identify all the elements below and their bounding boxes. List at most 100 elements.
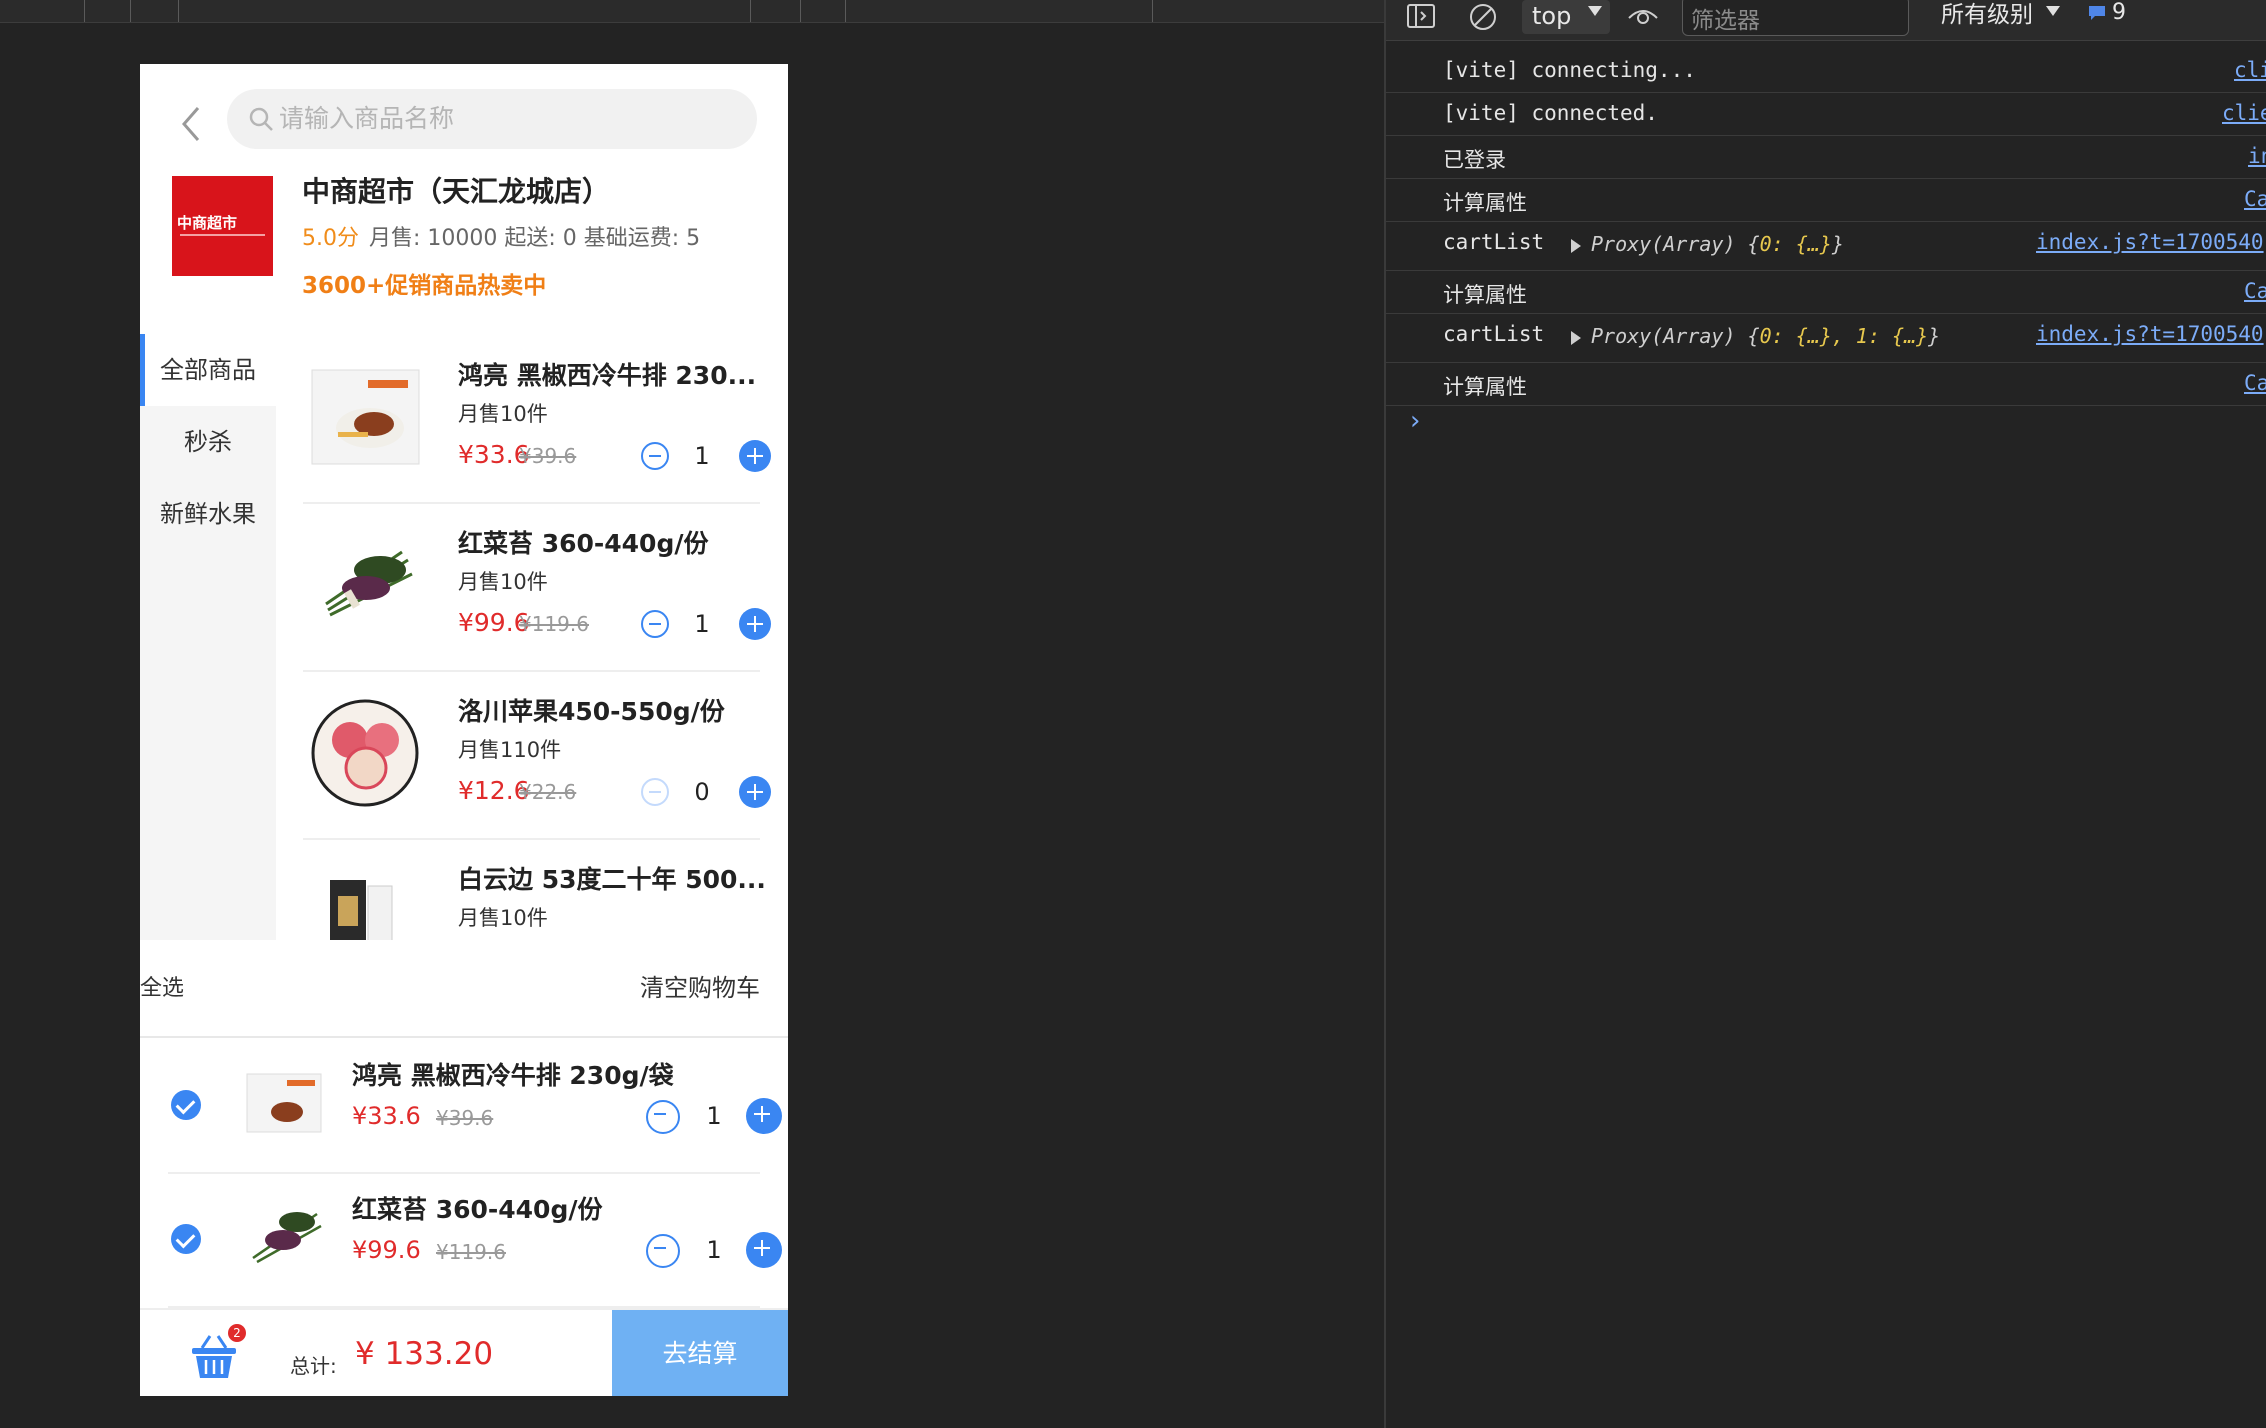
cart-item-checkbox[interactable] (171, 1090, 201, 1120)
cart-item: 鸿亮 黑椒西冷牛排 230g/袋 ¥33.6 ¥39.6 1 (168, 1038, 782, 1174)
cart-item-price: ¥99.6 (352, 1236, 421, 1264)
store-meta: 5.0分 月售: 10000 起送: 0 基础运费: 5 (302, 220, 700, 252)
store-stats: 月售: 10000 起送: 0 基础运费: 5 (369, 226, 701, 251)
source-link[interactable]: index.js?t=1700540 (2036, 230, 2264, 254)
console-text: 计算属性 (1443, 191, 1527, 215)
quantity-value: 1 (706, 1236, 722, 1264)
console-prompt[interactable]: › (1410, 406, 1420, 436)
total-value: ¥ 133.20 (355, 1336, 494, 1372)
source-link[interactable]: index.js?t=1700540 (2036, 322, 2264, 346)
expand-triangle-icon[interactable] (1571, 238, 1581, 253)
object-preview[interactable]: Proxy(Array) {0: {…}} (1571, 232, 1844, 256)
object-preview[interactable]: Proxy(Array) {0: {…}, 1: {…}} (1571, 324, 1940, 348)
goods-sold: 月售110件 (458, 738, 562, 762)
source-link[interactable]: Ca (2244, 371, 2266, 395)
decrease-button[interactable] (646, 1100, 680, 1134)
checkout-button[interactable]: 去结算 (612, 1310, 788, 1396)
console-message: cartList Proxy(Array) {0: {…}} index.js?… (1386, 222, 2266, 271)
ruler-tick (130, 0, 131, 22)
context-label: top (1532, 2, 1572, 30)
ruler-tick (750, 0, 751, 22)
cart-item: 红菜苔 360-440g/份 ¥99.6 ¥119.6 1 (168, 1172, 782, 1308)
console-filter-input[interactable]: 筛选器 (1682, 0, 1909, 36)
steak-package-image (246, 1073, 322, 1133)
store-logo-text: 中商超市 (177, 214, 238, 232)
store-logo: 中商超市 (172, 176, 273, 276)
goods-item[interactable]: 白云边 53度二十年 500... 月售10件 (303, 838, 766, 940)
decrease-button[interactable] (641, 610, 669, 638)
source-link[interactable]: Ca (2244, 279, 2266, 303)
goods-sold: 月售10件 (458, 570, 548, 594)
source-link[interactable]: cli (2234, 58, 2266, 82)
category-seckill[interactable]: 秒杀 (140, 406, 276, 478)
category-fruit[interactable]: 新鲜水果 (140, 478, 276, 550)
liquor-bottle-image (330, 880, 393, 940)
quantity-value: 1 (694, 442, 710, 470)
decrease-button-disabled[interactable] (641, 778, 669, 806)
clear-console-icon[interactable] (1468, 2, 1498, 32)
cart-header: 全选 清空购物车 (140, 940, 788, 1038)
goods-sold: 月售10件 (458, 402, 548, 426)
increase-button[interactable] (739, 440, 771, 472)
category-label: 全部商品 (160, 356, 256, 384)
goods-item[interactable]: 红菜苔 360-440g/份 月售10件 ¥99.6 ¥119.6 1 (303, 502, 771, 672)
source-link[interactable]: in (2248, 144, 2266, 168)
console-text: cartList (1443, 322, 1545, 346)
decrease-button[interactable] (641, 442, 669, 470)
quantity-value: 0 (694, 778, 710, 806)
category-label: 新鲜水果 (160, 500, 256, 528)
store-score: 5.0分 (302, 226, 359, 251)
cart-item-price: ¥33.6 (352, 1102, 421, 1130)
console-text: 计算属性 (1443, 283, 1527, 307)
console-message: 计算属性 Ca (1386, 363, 2266, 406)
goods-name: 洛川苹果450-550g/份 (458, 697, 725, 726)
expand-triangle-icon[interactable] (1571, 330, 1581, 345)
search-input[interactable]: 请输入商品名称 (227, 89, 757, 149)
context-selector[interactable]: top (1522, 0, 1610, 34)
clear-cart-button[interactable]: 清空购物车 (640, 968, 760, 1003)
filter-placeholder: 筛选器 (1691, 8, 1760, 34)
cart-item-name: 鸿亮 黑椒西冷牛排 230g/袋 (352, 1061, 674, 1090)
mobile-preview: 请输入商品名称 中商超市 中商超市（天汇龙城店） 5.0分 月售: 10000 起… (140, 64, 788, 1396)
message-icon (2089, 6, 2105, 20)
console-message: [vite] connected. clie (1386, 93, 2266, 136)
goods-item[interactable]: 洛川苹果450-550g/份 月售110件 ¥12.6 ¥22.6 0 (303, 670, 771, 840)
back-arrow-icon[interactable] (178, 104, 204, 144)
increase-button[interactable] (739, 776, 771, 808)
ruler-tick (178, 0, 179, 22)
select-all-button[interactable]: 全选 (140, 970, 184, 1002)
decrease-button[interactable] (646, 1234, 680, 1268)
category-sidebar: 全部商品 秒杀 新鲜水果 (140, 334, 276, 940)
goods-original-price: ¥22.6 (519, 780, 577, 804)
apples-plate-image (311, 699, 419, 807)
log-levels-label: 所有级别 (1941, 2, 2033, 28)
increase-button[interactable] (746, 1098, 782, 1134)
goods-item[interactable]: 鸿亮 黑椒西冷牛排 230... 月售10件 ¥33.6 ¥39.6 1 (303, 334, 771, 504)
store-promo: 3600+促销商品热卖中 (302, 273, 547, 299)
live-expression-eye-icon[interactable] (1626, 2, 1660, 32)
goods-original-price: ¥119.6 (519, 612, 589, 636)
goods-list[interactable]: 鸿亮 黑椒西冷牛排 230... 月售10件 ¥33.6 ¥39.6 1 红菜苔… (303, 334, 788, 940)
ruler-tick (84, 0, 85, 22)
quantity-value: 1 (706, 1102, 722, 1130)
cart-item-original-price: ¥39.6 (436, 1106, 494, 1130)
ruler-tick (1152, 0, 1153, 22)
console-message: 计算属性 Ca (1386, 271, 2266, 314)
cart-count-badge: 2 (228, 1324, 246, 1342)
message-count[interactable]: 9 (2112, 0, 2126, 26)
sidebar-toggle-icon[interactable] (1406, 2, 1436, 32)
quantity-value: 1 (694, 610, 710, 638)
increase-button[interactable] (739, 608, 771, 640)
category-all[interactable]: 全部商品 (140, 334, 276, 406)
source-link[interactable]: Ca (2244, 187, 2266, 211)
goods-sold: 月售10件 (458, 906, 548, 930)
source-link[interactable]: clie (2222, 101, 2266, 125)
store-name: 中商超市（天汇龙城店） (302, 175, 611, 208)
increase-button[interactable] (746, 1232, 782, 1268)
console-text: [vite] connecting... (1443, 58, 1696, 82)
log-levels-dropdown[interactable]: 所有级别 (1941, 0, 2033, 30)
ruler-tick (800, 0, 801, 22)
vegetable-bundle-image (325, 550, 413, 617)
console-message: 计算属性 Ca (1386, 179, 2266, 222)
cart-item-checkbox[interactable] (171, 1224, 201, 1254)
